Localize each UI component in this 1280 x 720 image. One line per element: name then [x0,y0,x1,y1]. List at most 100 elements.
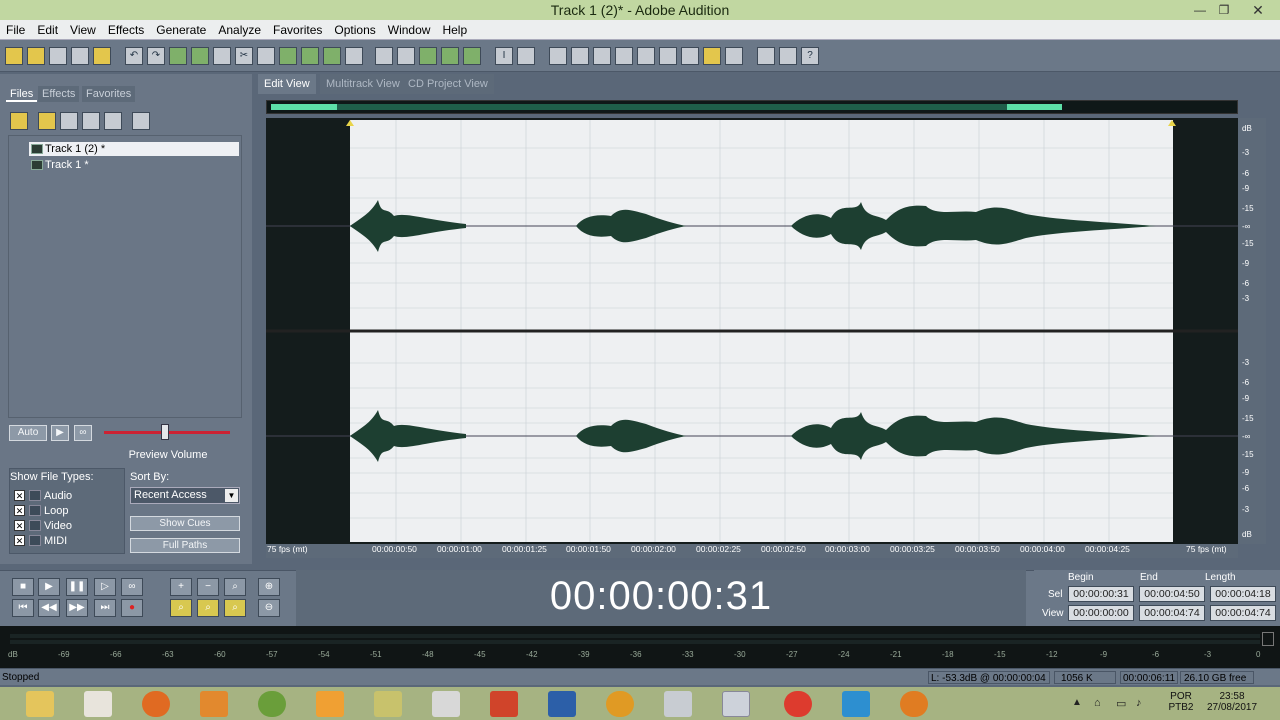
utorrent-icon[interactable] [258,691,286,717]
sort-by-select[interactable]: Recent Access ▼ [130,487,240,504]
insert-multitrack-icon[interactable] [104,112,122,130]
sel-end-field[interactable]: 00:00:04:50 [1139,586,1205,602]
waveform-view-icon[interactable] [419,47,437,65]
fast-forward-icon[interactable]: ▶▶ [66,599,88,617]
tab-favorites[interactable]: Favorites [82,86,136,102]
menu-view[interactable]: View [64,20,102,40]
media-player-icon[interactable] [316,691,344,717]
settings-icon[interactable] [757,47,775,65]
sel-length-field[interactable]: 00:00:04:18 [1210,586,1276,602]
menu-generate[interactable]: Generate [150,20,212,40]
edit-file-icon[interactable] [82,112,100,130]
cue-list-icon[interactable] [703,47,721,65]
save-all-icon[interactable] [93,47,111,65]
undo-icon[interactable]: ↶ [125,47,143,65]
convert-icon[interactable] [301,47,319,65]
play-to-end-icon[interactable]: ▷ [94,578,116,596]
preview-volume-thumb[interactable] [161,424,169,440]
view-end-field[interactable]: 00:00:04:74 [1139,605,1205,621]
import-file-icon[interactable] [10,112,28,130]
mix-paste-icon[interactable] [279,47,297,65]
file-explorer-icon[interactable] [26,691,54,717]
word-icon[interactable] [548,691,576,717]
menu-edit[interactable]: Edit [31,20,64,40]
zoom-right-edge-icon[interactable]: ⌕ [224,599,246,617]
calculator-icon[interactable] [664,691,692,717]
view-begin-field[interactable]: 00:00:00:00 [1068,605,1134,621]
stop-icon[interactable]: ■ [12,578,34,596]
level-meters-icon[interactable] [681,47,699,65]
paste-icon[interactable] [213,47,231,65]
insert-cd-icon[interactable] [132,112,150,130]
envelope-icon[interactable] [375,47,393,65]
save-icon[interactable] [71,47,89,65]
find-icon[interactable] [345,47,363,65]
zoom-out-icon[interactable]: − [197,578,219,596]
adobe-audition-icon[interactable] [722,691,750,717]
menu-analyze[interactable]: Analyze [212,20,267,40]
zoom-out-vertical-icon[interactable]: ⊖ [258,599,280,617]
firefox-icon[interactable] [142,691,170,717]
spectral-icon[interactable] [397,47,415,65]
zoom-left-edge-icon[interactable]: ⌕ [197,599,219,617]
volume-icon[interactable]: ♪ [1136,697,1142,709]
waveform-canvas[interactable] [266,118,1238,544]
pause-icon[interactable]: ❚❚ [66,578,88,596]
language-indicator[interactable]: POR PTB2 [1166,691,1196,713]
tray-chevron-icon[interactable]: ▲ [1072,697,1082,708]
repeat-icon[interactable] [169,47,187,65]
play-icon[interactable]: ▶ [38,578,60,596]
network-icon[interactable]: ⌂ [1094,697,1101,709]
help-icon[interactable]: ? [801,47,819,65]
go-to-start-icon[interactable]: ⏮ [12,599,34,617]
time-select-icon[interactable]: I [495,47,513,65]
new-file-icon[interactable] [5,47,23,65]
go-to-end-icon[interactable]: ⏭ [94,599,116,617]
time-window-icon[interactable] [571,47,589,65]
zoom-in-vertical-icon[interactable]: ⊕ [258,578,280,596]
rewind-icon[interactable]: ◀◀ [38,599,60,617]
view-length-field[interactable]: 00:00:04:74 [1210,605,1276,621]
settings-app-icon[interactable] [432,691,460,717]
fl-studio-icon[interactable] [606,691,634,717]
redo-icon[interactable]: ↷ [147,47,165,65]
marquee-icon[interactable] [517,47,535,65]
selection-window-icon[interactable] [637,47,655,65]
zoom-in-icon[interactable]: + [170,578,192,596]
phase-view-icon[interactable] [463,47,481,65]
k-app-icon[interactable] [200,691,228,717]
battery-icon[interactable]: ▭ [1116,697,1126,710]
full-paths-button[interactable]: Full Paths [130,538,240,553]
preview-play-icon[interactable]: ▶ [51,425,69,441]
menu-effects[interactable]: Effects [102,20,150,40]
tab-cd-project-view[interactable]: CD Project View [402,74,494,94]
record-icon[interactable]: ● [121,599,143,617]
preview-loop-icon[interactable]: ∞ [74,425,92,441]
trim-icon[interactable] [257,47,275,65]
zoom-full-icon[interactable]: ⌕ [224,578,246,596]
filetype-midi[interactable]: ✕ MIDI [14,534,67,548]
frequency-window-icon[interactable] [659,47,677,65]
tab-edit-view[interactable]: Edit View [258,74,316,94]
maximize-button[interactable]: ❐ [1212,0,1236,20]
chrome-icon[interactable] [784,691,812,717]
filetype-audio[interactable]: ✕ Audio [14,489,72,503]
filetype-video[interactable]: ✕ Video [14,519,72,533]
media-app-icon[interactable] [84,691,112,717]
menu-file[interactable]: File [0,20,31,40]
close-button[interactable]: ✕ [1236,0,1280,20]
copy-icon[interactable] [191,47,209,65]
filetype-loop[interactable]: ✕ Loop [14,504,68,518]
crop-icon[interactable] [323,47,341,65]
clock[interactable]: 23:58 27/08/2017 [1200,691,1264,713]
video-player-icon[interactable] [842,691,870,717]
info-icon[interactable] [549,47,567,65]
script-icon[interactable] [779,47,797,65]
open-folder-icon[interactable] [38,112,56,130]
zoom-selection-icon[interactable]: ⌕ [170,599,192,617]
tab-files[interactable]: Files [6,86,38,102]
waveform-overview[interactable] [266,100,1238,114]
spectral-view-icon[interactable] [441,47,459,65]
tools-app-icon[interactable] [374,691,402,717]
paw-app-icon[interactable] [900,691,928,717]
